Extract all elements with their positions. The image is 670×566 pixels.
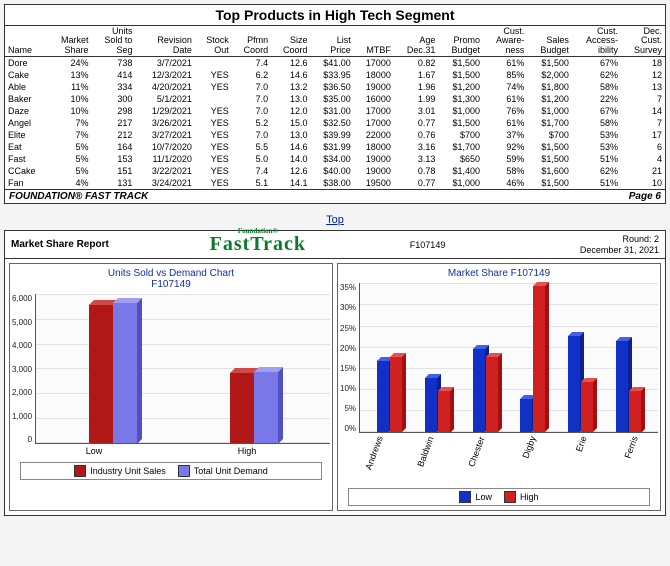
table-row: Baker10%3005/1/20217.013.0$35.00160001.9… [5,93,665,105]
bar [390,357,402,432]
chart2-y-axis: 35%30%25%20%15%10%5%0% [340,283,359,433]
column-header: Pfmn Coord [232,26,271,57]
chart2-plot [359,283,658,433]
report-header: Market Share Report Foundation® FastTrac… [5,231,665,259]
column-header: Cust. Access- ibility [572,26,621,57]
chart2-legend: Low High [348,488,650,506]
top-products-panel: Top Products in High Tech Segment NameMa… [4,4,666,204]
chart1-x-labels: LowHigh [12,444,330,456]
table-row: Eat5%16410/7/2020YES5.514.6$31.99180003.… [5,141,665,153]
top-products-title: Top Products in High Tech Segment [5,5,665,26]
top-products-table: NameMarket ShareUnits Sold to SegRevisio… [5,26,665,189]
table-row: Cake13%41412/3/2021YES6.214.6$33.9518000… [5,69,665,81]
report-id: F107149 [350,240,504,250]
table-row: Fan4%1313/24/2021YES5.114.1$38.00195000.… [5,177,665,189]
bar [581,382,593,432]
column-header: Promo Budget [438,26,483,57]
bar [89,305,113,443]
chart-market-share: Market Share F107149 35%30%25%20%15%10%5… [337,263,661,511]
report-title: Market Share Report [11,239,165,250]
chart1-legend: Industry Unit Sales Total Unit Demand [20,462,322,480]
chart2-title: Market Share F107149 [340,268,658,279]
footer-page: Page 6 [629,191,661,202]
column-header: Stock Out [195,26,232,57]
bar [629,391,641,433]
bar [520,399,532,432]
table-row: Fast5%15311/1/2020YES5.014.0$34.00190003… [5,153,665,165]
table-row: Elite7%2123/27/2021YES7.013.0$39.9922000… [5,129,665,141]
chart2-x-labels: AndrewsBaldwinChesterDigbyErieFerris [340,433,658,482]
column-header: MTBF [354,26,394,57]
chart-units-vs-demand: Units Sold vs Demand Chart F107149 6,000… [9,263,333,511]
bar [377,361,389,432]
column-header: Market Share [48,26,91,57]
column-header: Revision Date [135,26,194,57]
page-footer: FOUNDATION® FAST TRACK Page 6 [5,189,665,203]
market-share-report-panel: Market Share Report Foundation® FastTrac… [4,230,666,516]
column-header: List Price [310,26,353,57]
column-header: Age Dec.31 [394,26,439,57]
bar [254,372,278,444]
report-logo: Foundation® FastTrack [165,233,350,256]
top-link[interactable]: Top [326,214,344,226]
bar [533,286,545,432]
table-row: Daze10%2981/29/2021YES7.012.0$31.0017000… [5,105,665,117]
bar [425,378,437,432]
charts-row: Units Sold vs Demand Chart F107149 6,000… [5,259,665,515]
chart1-plot [35,294,330,444]
column-header: Dec. Cust. Survey [621,26,665,57]
bar [568,336,580,432]
bar [486,357,498,432]
column-header: Cust. Aware- ness [483,26,527,57]
bar [438,391,450,433]
table-row: Dore24%7383/7/20217.412.6$41.00170000.82… [5,57,665,70]
bar [616,341,628,433]
chart1-y-axis: 6,0005,0004,0003,0002,0001,0000 [12,294,35,444]
bar [113,303,137,444]
column-header: Name [5,26,48,57]
chart1-title: Units Sold vs Demand Chart F107149 [12,268,330,290]
table-row: Angel7%2173/26/2021YES5.215.0$32.5017000… [5,117,665,129]
report-date: Round: 2 December 31, 2021 [505,234,659,256]
bar [230,373,254,443]
column-header: Units Sold to Seg [92,26,136,57]
table-row: CCake5%1513/22/2021YES7.412.6$40.0019000… [5,165,665,177]
bar [473,349,485,432]
column-header: Size Coord [271,26,310,57]
footer-brand: FOUNDATION® FAST TRACK [9,191,148,202]
column-header: Sales Budget [527,26,572,57]
table-row: Able11%3344/20/2021YES7.013.2$36.5019000… [5,81,665,93]
top-link-container: Top [4,210,666,230]
